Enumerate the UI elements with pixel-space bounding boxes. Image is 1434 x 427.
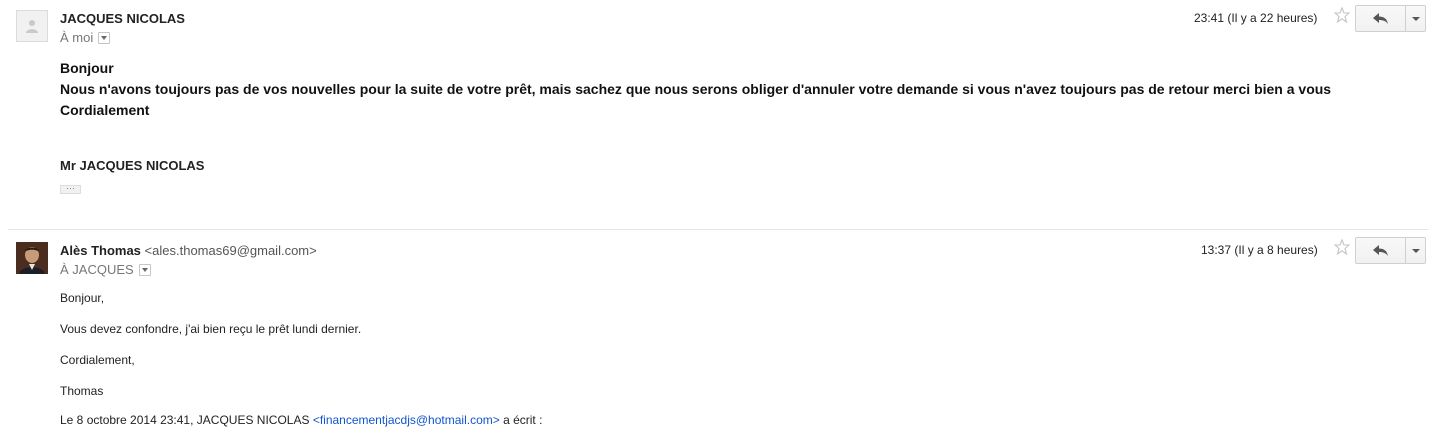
sender-email: <ales.thomas69@gmail.com> xyxy=(144,243,317,258)
star-icon[interactable] xyxy=(1334,7,1350,23)
body-line: Thomas xyxy=(60,384,104,398)
show-trimmed-content-button[interactable]: ··· xyxy=(60,184,81,194)
body-line: Cordialement xyxy=(60,102,150,118)
message-divider xyxy=(8,229,1428,230)
quote-email-link[interactable]: <financementjacdjs@hotmail.com> xyxy=(313,413,500,427)
message-time: 13:37 (Il y a 8 heures) xyxy=(1201,243,1318,257)
message-body: Bonjour, Vous devez confondre, j'ai bien… xyxy=(60,290,361,414)
sender-name[interactable]: JACQUES NICOLAS xyxy=(60,11,185,26)
show-details-dropdown[interactable] xyxy=(98,31,111,44)
recipient-line: À moi xyxy=(60,30,111,45)
reply-button[interactable] xyxy=(1355,237,1406,264)
sender-avatar[interactable] xyxy=(16,10,48,42)
quote-header: Le 8 octobre 2014 23:41, JACQUES NICOLAS… xyxy=(60,413,542,427)
body-line: Bonjour xyxy=(60,60,114,76)
sender-display-name: Alès Thomas xyxy=(60,243,141,258)
reply-button[interactable] xyxy=(1355,5,1406,32)
reply-arrow-icon xyxy=(1373,245,1388,256)
reply-button-group xyxy=(1355,5,1426,32)
person-silhouette-icon xyxy=(26,20,38,33)
sender-avatar[interactable] xyxy=(16,242,48,274)
sender-name[interactable]: Alès Thomas <ales.thomas69@gmail.com> xyxy=(60,243,317,258)
profile-photo xyxy=(16,242,48,274)
message-body: Bonjour Nous n'avons toujours pas de vos… xyxy=(60,58,1400,121)
star-icon[interactable] xyxy=(1334,239,1350,255)
body-line: Bonjour, xyxy=(60,291,105,305)
quote-suffix: a écrit : xyxy=(499,413,543,427)
email-message: JACQUES NICOLAS À moi 23:41 (Il y a 22 h… xyxy=(0,0,1434,228)
body-line: Cordialement, xyxy=(60,353,135,367)
more-options-button[interactable] xyxy=(1405,237,1426,264)
quote-prefix: Le 8 octobre 2014 23:41, JACQUES NICOLAS xyxy=(60,413,313,427)
recipient-label: À moi xyxy=(60,30,94,45)
reply-arrow-icon xyxy=(1373,13,1388,24)
email-message: Alès Thomas <ales.thomas69@gmail.com> À … xyxy=(0,232,1434,427)
recipient-label: À JACQUES xyxy=(60,262,134,277)
body-line: Vous devez confondre, j'ai bien reçu le … xyxy=(60,322,362,336)
reply-button-group xyxy=(1355,237,1426,264)
show-details-dropdown[interactable] xyxy=(138,263,151,276)
body-line: Nous n'avons toujours pas de vos nouvell… xyxy=(60,81,1332,97)
recipient-line: À JACQUES xyxy=(60,262,151,277)
signature: Mr JACQUES NICOLAS xyxy=(60,158,205,173)
message-time: 23:41 (Il y a 22 heures) xyxy=(1194,11,1318,25)
more-options-button[interactable] xyxy=(1405,5,1426,32)
